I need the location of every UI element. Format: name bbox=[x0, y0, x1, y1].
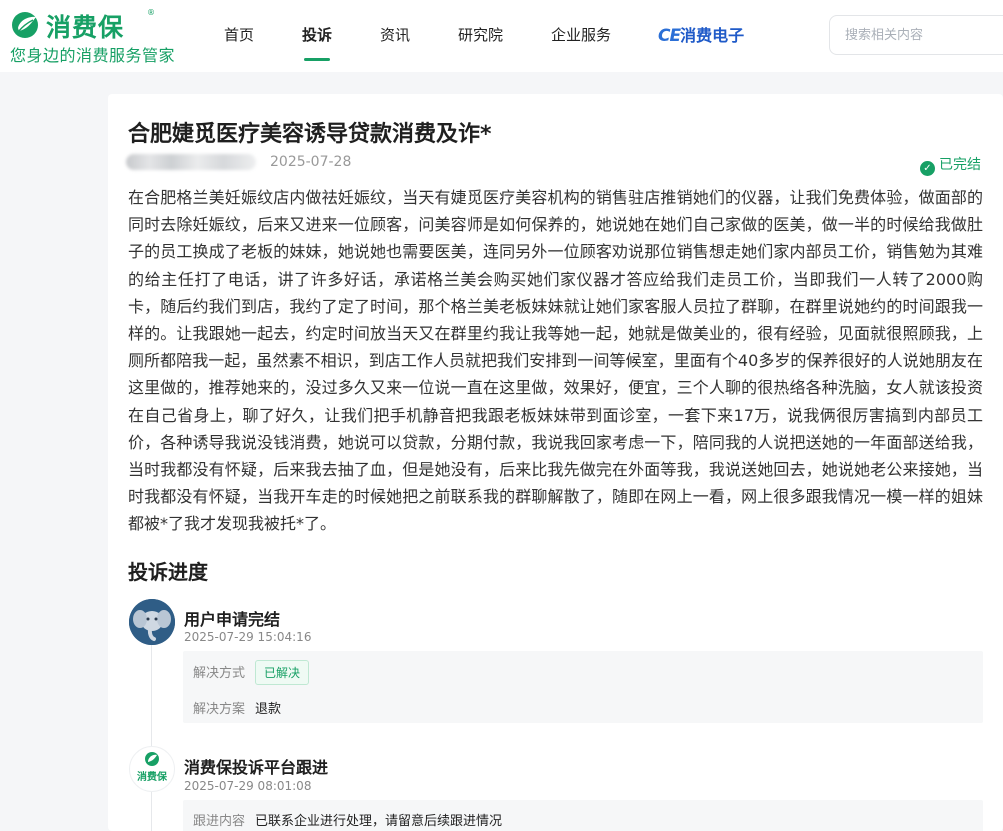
brand-slogan: 您身边的消费服务管家 bbox=[10, 46, 176, 65]
followup-box: 跟进内容 已联系企业进行处理，请留意后续跟进情况 bbox=[183, 800, 983, 831]
ce-logo-mark: CE bbox=[658, 26, 681, 46]
followup-value: 已联系企业进行处理，请留意后续跟进情况 bbox=[255, 814, 503, 829]
resolution-box: 解决方式 已解决 解决方案 退款 bbox=[183, 651, 983, 723]
ce-label: 消费电子 bbox=[680, 26, 745, 45]
complaint-card: 合肥婕觅医疗美容诱导贷款消费及诈* 2025-07-28 ✓ 已完结 在合肥格兰美… bbox=[108, 94, 1003, 831]
status-text: 已完结 bbox=[939, 157, 981, 173]
resolution-method-row: 解决方式 已解决 bbox=[193, 660, 310, 685]
platform-avatar-text: 消费保 bbox=[137, 772, 167, 783]
nav-item-research[interactable]: 研究院 bbox=[458, 24, 503, 45]
leaf-logo-icon bbox=[12, 12, 38, 38]
leaf-icon bbox=[145, 752, 159, 766]
nav-active-indicator bbox=[304, 58, 330, 61]
resolved-tag: 已解决 bbox=[255, 660, 310, 685]
progress-title: 投诉进度 bbox=[128, 560, 208, 584]
brand-name: 消费保 bbox=[46, 13, 125, 42]
top-header: 消费保 ® 您身边的消费服务管家 首页 投诉 资讯 研究院 企业服务 CE消费电… bbox=[0, 0, 1003, 72]
status-badge: ✓ 已完结 bbox=[920, 154, 981, 176]
avatar bbox=[129, 599, 175, 645]
resolution-method-label: 解决方式 bbox=[193, 666, 246, 681]
timeline-actor: 消费保投诉平台跟进 bbox=[184, 758, 329, 777]
blurred-username bbox=[126, 154, 256, 170]
brand-logo[interactable]: 消费保 ® 您身边的消费服务管家 bbox=[10, 6, 190, 66]
nav-item-complaint[interactable]: 投诉 bbox=[302, 24, 332, 45]
followup-row: 跟进内容 已联系企业进行处理，请留意后续跟进情况 bbox=[193, 810, 502, 829]
followup-label: 跟进内容 bbox=[193, 814, 246, 829]
complaint-title: 合肥婕觅医疗美容诱导贷款消费及诈* bbox=[128, 122, 492, 147]
complaint-content: 在合肥格兰美妊娠纹店内做祛妊娠纹，当天有婕觅医疗美容机构的销售驻店推销她们的仪器… bbox=[128, 188, 983, 534]
search-input[interactable] bbox=[829, 15, 1003, 55]
nav-item-home[interactable]: 首页 bbox=[224, 24, 254, 45]
registered-mark: ® bbox=[147, 8, 155, 17]
elephant-icon bbox=[129, 599, 175, 645]
timeline-line bbox=[151, 639, 152, 831]
nav-item-enterprise[interactable]: 企业服务 bbox=[551, 24, 611, 45]
check-circle-icon: ✓ bbox=[920, 161, 935, 176]
nav-item-news[interactable]: 资讯 bbox=[380, 24, 410, 45]
nav-item-consumer-electronics[interactable]: CE消费电子 bbox=[658, 22, 744, 46]
timeline-actor: 用户申请完结 bbox=[184, 610, 281, 629]
timeline-time: 2025-07-29 15:04:16 bbox=[184, 630, 312, 644]
complaint-date: 2025-07-28 bbox=[270, 154, 352, 170]
timeline-time: 2025-07-29 08:01:08 bbox=[184, 779, 312, 793]
resolution-plan-value: 退款 bbox=[255, 702, 282, 717]
platform-avatar: 消费保 bbox=[129, 746, 175, 792]
resolution-plan-label: 解决方案 bbox=[193, 702, 246, 717]
resolution-plan-row: 解决方案 退款 bbox=[193, 698, 281, 717]
